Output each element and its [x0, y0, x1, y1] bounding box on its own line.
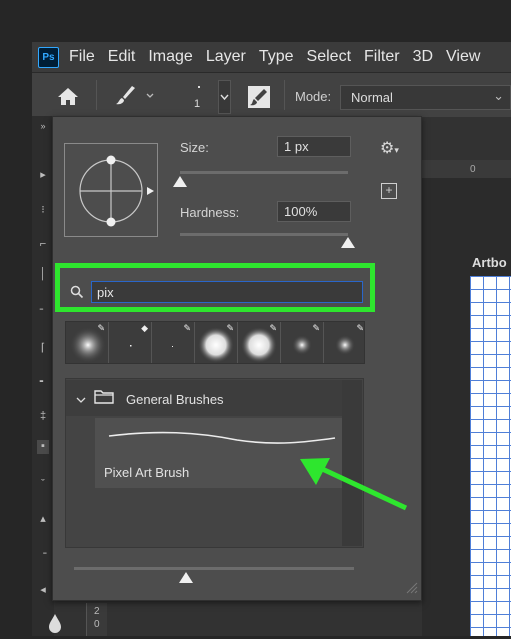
- tool-icon[interactable]: ⌈: [37, 341, 49, 355]
- brush-tip-icon: ✎: [226, 323, 234, 333]
- chevron-down-icon[interactable]: [76, 392, 86, 403]
- tool-icon[interactable]: ▸: [37, 168, 49, 182]
- tool-icon[interactable]: ◂: [37, 583, 49, 597]
- brush-group-label: General Brushes: [126, 392, 224, 407]
- brush-tip-icon: ✎: [269, 323, 277, 333]
- options-separator: [96, 80, 97, 110]
- horizontal-ruler: 0: [422, 160, 511, 179]
- menu-bar: Ps File Edit Image Layer Type Select Fil…: [32, 42, 511, 72]
- mode-value: Normal: [351, 90, 393, 105]
- preview-size-slider-thumb[interactable]: [179, 572, 193, 583]
- ruler-digit: 0: [94, 619, 100, 630]
- new-preset-icon[interactable]: +: [381, 183, 397, 199]
- home-icon: [58, 88, 78, 105]
- tool-icon[interactable]: ▴: [37, 512, 49, 526]
- size-field[interactable]: 1 px: [277, 136, 351, 157]
- tool-icon[interactable]: ˇ: [37, 478, 49, 492]
- brush-tip-icon: ✎: [183, 323, 191, 333]
- brush-preset-swatch[interactable]: ✎: [152, 322, 195, 363]
- recent-brush-presets: ✎ ◆ ✎ ✎ ✎ ✎ ✎: [65, 321, 365, 364]
- tool-icon[interactable]: ╶: [37, 547, 49, 561]
- expand-panels-icon[interactable]: »: [37, 121, 49, 135]
- tool-icon[interactable]: ⌐: [37, 238, 49, 252]
- brush-preset-swatch[interactable]: ◆: [109, 322, 152, 363]
- brush-settings-panel-button[interactable]: [246, 84, 272, 110]
- artboard-grid[interactable]: [470, 276, 511, 636]
- hardness-slider-thumb[interactable]: [341, 237, 355, 248]
- menu-edit[interactable]: Edit: [108, 48, 136, 66]
- brush-preset-swatch[interactable]: ✎: [66, 322, 109, 363]
- brush-preset-swatch[interactable]: ✎: [195, 322, 238, 363]
- chevron-down-icon: ⌄: [493, 88, 504, 103]
- brush-preset-dropdown[interactable]: [218, 80, 231, 114]
- home-button[interactable]: [52, 82, 84, 110]
- size-label: Size:: [180, 140, 209, 155]
- gear-icon[interactable]: ⚙▾: [380, 138, 404, 158]
- brush-angle-preview[interactable]: [64, 143, 158, 237]
- hardness-field[interactable]: 100%: [277, 201, 351, 222]
- folder-icon: [94, 389, 114, 404]
- artboard-label[interactable]: Artbo: [472, 255, 507, 270]
- tool-icon[interactable]: ╸: [37, 375, 49, 389]
- size-slider-track[interactable]: [180, 171, 348, 174]
- ps-logo-icon: Ps: [38, 46, 59, 68]
- hardness-slider-track[interactable]: [180, 233, 348, 236]
- menu-layer[interactable]: Layer: [206, 48, 246, 66]
- brush-dot-icon: [198, 86, 200, 88]
- size-slider-thumb[interactable]: [173, 176, 187, 187]
- tool-icon[interactable]: ⁝: [37, 203, 49, 217]
- menu-select[interactable]: Select: [307, 48, 351, 66]
- mode-label: Mode:: [295, 89, 332, 104]
- search-icon: [70, 285, 84, 299]
- brush-tip-icon: ✎: [356, 323, 364, 333]
- resize-grip-icon[interactable]: [404, 580, 418, 594]
- menu-file[interactable]: File: [69, 48, 95, 66]
- tool-icon[interactable]: ╴: [37, 303, 49, 317]
- brush-icon: [116, 86, 154, 105]
- tool-icon[interactable]: │: [37, 268, 49, 282]
- ruler-digit: 2: [94, 606, 100, 617]
- brush-tool-button[interactable]: [110, 82, 154, 110]
- brush-name-label: Pixel Art Brush: [104, 465, 190, 480]
- brush-tip-icon: ✎: [312, 323, 320, 333]
- menu-filter[interactable]: Filter: [364, 48, 400, 66]
- menu-3d[interactable]: 3D: [413, 48, 433, 66]
- mode-select[interactable]: Normal ⌄: [340, 85, 511, 110]
- eraser-tip-icon: ◆: [141, 323, 148, 333]
- brush-tip-icon: ✎: [97, 323, 105, 333]
- brush-shape-diagram: [79, 155, 154, 227]
- drop-icon[interactable]: [45, 612, 65, 639]
- brush-preset-swatch[interactable]: ✎: [281, 322, 324, 363]
- brush-preset-swatch[interactable]: ✎: [324, 322, 367, 363]
- brush-search-input[interactable]: [91, 281, 363, 303]
- preview-size-slider-track[interactable]: [74, 567, 354, 570]
- ruler-zero: 0: [470, 164, 476, 175]
- menu-type[interactable]: Type: [259, 48, 294, 66]
- options-separator: [284, 80, 285, 110]
- tool-icon[interactable]: ‡: [37, 410, 49, 424]
- tool-icon-active[interactable]: ▪: [37, 440, 49, 454]
- vertical-ruler: 2 0: [86, 603, 107, 636]
- arrow-annotation: [296, 455, 412, 515]
- chevron-down-icon: [220, 94, 229, 101]
- menu-image[interactable]: Image: [148, 48, 192, 66]
- brush-preset-swatch[interactable]: ✎: [238, 322, 281, 363]
- brush-stroke-preview: [107, 426, 337, 448]
- brush-panel-icon: [248, 86, 270, 108]
- brush-size-preview[interactable]: 1: [180, 80, 218, 114]
- hardness-label: Hardness:: [180, 205, 240, 220]
- menu-view[interactable]: View: [446, 48, 480, 66]
- brush-size-number: 1: [194, 98, 201, 110]
